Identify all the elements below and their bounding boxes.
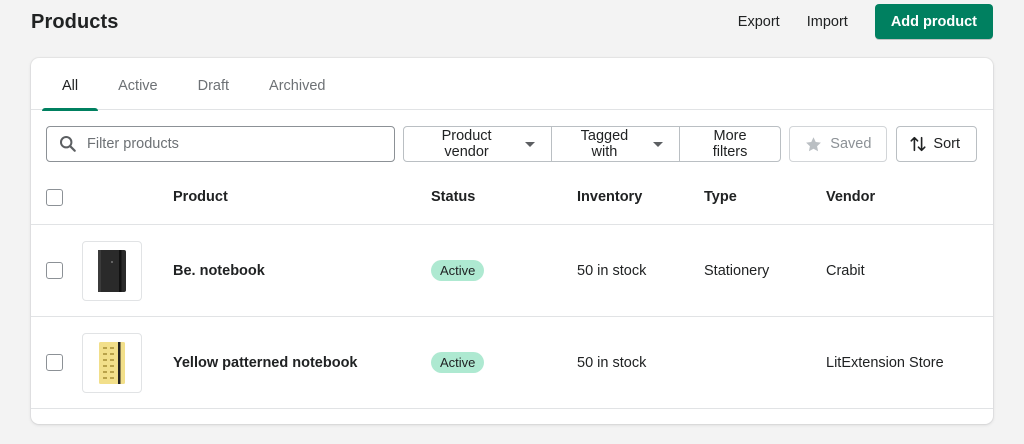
product-thumbnail[interactable] xyxy=(82,332,142,393)
tagged-with-filter-button[interactable]: Tagged with xyxy=(551,126,680,162)
tab-active[interactable]: Active xyxy=(98,58,178,110)
search-input[interactable] xyxy=(87,136,367,152)
tabs-bar: All Active Draft Archived xyxy=(31,58,993,111)
filter-button-group: Product vendor Tagged with More filters xyxy=(403,126,782,162)
type-value: Stationery xyxy=(704,262,770,279)
row-checkbox[interactable] xyxy=(46,262,63,279)
table-header: Product Status Inventory Type Vendor xyxy=(31,170,993,225)
star-icon xyxy=(805,136,822,153)
status-badge: Active xyxy=(431,260,485,281)
vendor-value: LitExtension Store xyxy=(826,354,944,371)
column-header-status: Status xyxy=(431,189,476,205)
caret-down-icon xyxy=(525,141,535,147)
more-filters-button[interactable]: More filters xyxy=(678,126,782,162)
export-button[interactable]: Export xyxy=(738,14,780,30)
column-header-product: Product xyxy=(173,189,228,205)
select-all-checkbox[interactable] xyxy=(46,188,63,206)
black-notebook-image xyxy=(98,249,126,292)
yellow-notebook-image xyxy=(99,341,125,384)
sort-label: Sort xyxy=(933,136,960,152)
tab-archived[interactable]: Archived xyxy=(249,58,345,110)
saved-label: Saved xyxy=(830,136,872,152)
page-title: Products xyxy=(31,11,119,33)
products-card: All Active Draft Archived Product vendor… xyxy=(31,58,993,424)
product-name[interactable]: Yellow patterned notebook xyxy=(173,317,358,408)
header-actions: Export Import Add product xyxy=(738,4,993,39)
table-row[interactable]: Yellow patterned notebook Active 50 in s… xyxy=(31,317,993,409)
product-vendor-filter-button[interactable]: Product vendor xyxy=(403,126,552,162)
add-product-button[interactable]: Add product xyxy=(874,4,993,39)
sort-icon xyxy=(909,135,927,153)
search-field[interactable] xyxy=(46,126,396,162)
table-row[interactable]: Be. notebook Active 50 in stock Statione… xyxy=(31,225,993,317)
status-badge: Active xyxy=(431,352,485,373)
column-header-inventory: Inventory xyxy=(577,189,643,205)
saved-button[interactable]: Saved xyxy=(789,126,888,162)
product-vendor-filter-label: Product vendor xyxy=(441,128,492,160)
inventory-value: 50 in stock xyxy=(577,262,647,279)
product-name[interactable]: Be. notebook xyxy=(173,225,265,316)
inventory-value: 50 in stock xyxy=(577,354,647,371)
import-button[interactable]: Import xyxy=(807,14,848,30)
vendor-value: Crabit xyxy=(826,262,865,279)
row-checkbox[interactable] xyxy=(46,354,63,371)
tab-draft[interactable]: Draft xyxy=(178,58,249,110)
caret-down-icon xyxy=(652,141,663,147)
product-thumbnail[interactable] xyxy=(82,240,142,301)
sort-button[interactable]: Sort xyxy=(896,126,977,162)
column-header-type: Type xyxy=(704,189,737,205)
filter-bar: Product vendor Tagged with More filters … xyxy=(46,126,977,162)
tagged-with-filter-label: Tagged with xyxy=(580,128,629,160)
search-icon xyxy=(59,135,77,153)
column-header-vendor: Vendor xyxy=(826,189,876,205)
tab-all[interactable]: All xyxy=(42,58,99,111)
